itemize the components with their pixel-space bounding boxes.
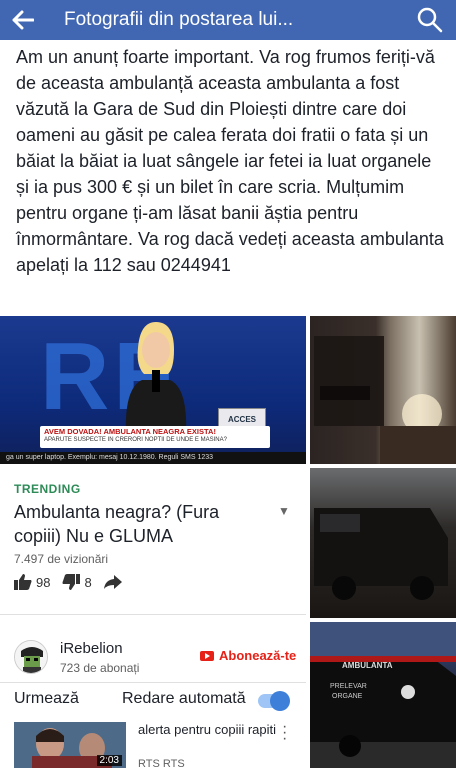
youtube-play-icon: [200, 650, 214, 661]
next-video-channel: RTS RTS: [138, 758, 185, 768]
trending-label: TRENDING: [14, 482, 81, 496]
dark-van-image: [314, 336, 456, 464]
page-title: Fotografii din postarea lui...: [64, 9, 294, 30]
tv-screenshot[interactable]: RE ACCES DIRECT AVEM DOVADA! AMBULANTA N…: [0, 316, 306, 464]
channel-avatar-icon: [15, 641, 47, 673]
toggle-knob: [270, 691, 290, 711]
subscribe-label: Abonează-te: [219, 648, 297, 663]
ticker-subheadline: APARUTE SUSPECTE IN CRERORI NOPTII DE UN…: [44, 437, 227, 443]
next-video-thumbnail[interactable]: 2:03: [14, 722, 126, 768]
ticker-headline: AVEM DOVADA! AMBULANTA NEAGRA EXISTA!: [44, 427, 216, 436]
avatar[interactable]: [14, 640, 48, 674]
svg-text:AMBULANTA: AMBULANTA: [342, 661, 393, 670]
photo-grid: RE ACCES DIRECT AVEM DOVADA! AMBULANTA N…: [0, 316, 456, 768]
thumbs-down-icon: [62, 574, 81, 590]
top-bar: Fotografii din postarea lui...: [0, 0, 456, 40]
share-button[interactable]: [103, 575, 126, 589]
subscribe-button[interactable]: Abonează-te: [200, 648, 296, 663]
expand-arrow-icon[interactable]: ▼: [278, 504, 290, 518]
presenter-figure: [125, 322, 187, 436]
ambulance-street-photo[interactable]: [310, 468, 456, 618]
dislike-count: 8: [84, 574, 92, 590]
up-next-label: Urmează: [14, 690, 79, 707]
video-title[interactable]: Ambulanta neagra? (Fura copiii) Nu e GLU…: [14, 500, 264, 548]
post-text: Am un anunț foarte important. Va rog fru…: [16, 47, 444, 275]
video-duration: 2:03: [96, 755, 122, 766]
news-ticker: AVEM DOVADA! AMBULANTA NEAGRA EXISTA! AP…: [40, 426, 270, 448]
arrow-left-icon: [12, 10, 34, 30]
like-count: 98: [36, 574, 51, 590]
divider: [0, 614, 306, 615]
next-video-item[interactable]: 2:03 alerta pentru copiii rapiti RTS RTS…: [0, 719, 306, 768]
svg-text:PRELEVAR: PRELEVAR: [330, 683, 367, 690]
search-icon: [417, 7, 443, 33]
autoplay-label: Redare automată: [122, 690, 246, 707]
next-video-title[interactable]: alerta pentru copiii rapiti: [138, 722, 278, 738]
black-van-image: [314, 508, 448, 600]
autoplay-toggle[interactable]: [258, 691, 290, 711]
video-info-card: TRENDING Ambulanta neagra? (Fura copiii)…: [0, 464, 306, 768]
view-count: 7.497 de vizionări: [14, 552, 109, 566]
thumbs-up-icon: [14, 574, 32, 590]
divider: [0, 682, 306, 683]
up-next-header: Urmează Redare automată: [0, 690, 306, 716]
ambulance-organ-harvester-image: AMBULANTA PRELEVAR ORGANE: [310, 622, 456, 768]
ambulance-night-photo[interactable]: [310, 316, 456, 464]
dislike-button[interactable]: 8: [62, 574, 92, 590]
svg-text:ORGANE: ORGANE: [332, 693, 363, 700]
ambulance-closeup-photo[interactable]: AMBULANTA PRELEVAR ORGANE: [310, 622, 456, 768]
channel-name[interactable]: iRebelion: [60, 640, 123, 657]
subscriber-count: 723 de abonați: [60, 661, 140, 675]
more-options-icon[interactable]: · · ·: [282, 719, 287, 747]
share-icon: [103, 575, 122, 589]
back-button[interactable]: [0, 0, 46, 40]
search-button[interactable]: [404, 0, 456, 40]
tv-bottom-strip: ga un super laptop. Exemplu: mesaj 10.12…: [0, 452, 306, 464]
channel-row: iRebelion 723 de abonați Abonează-te: [0, 628, 306, 688]
video-actions: 98 8: [14, 574, 138, 590]
like-button[interactable]: 98: [14, 574, 50, 590]
